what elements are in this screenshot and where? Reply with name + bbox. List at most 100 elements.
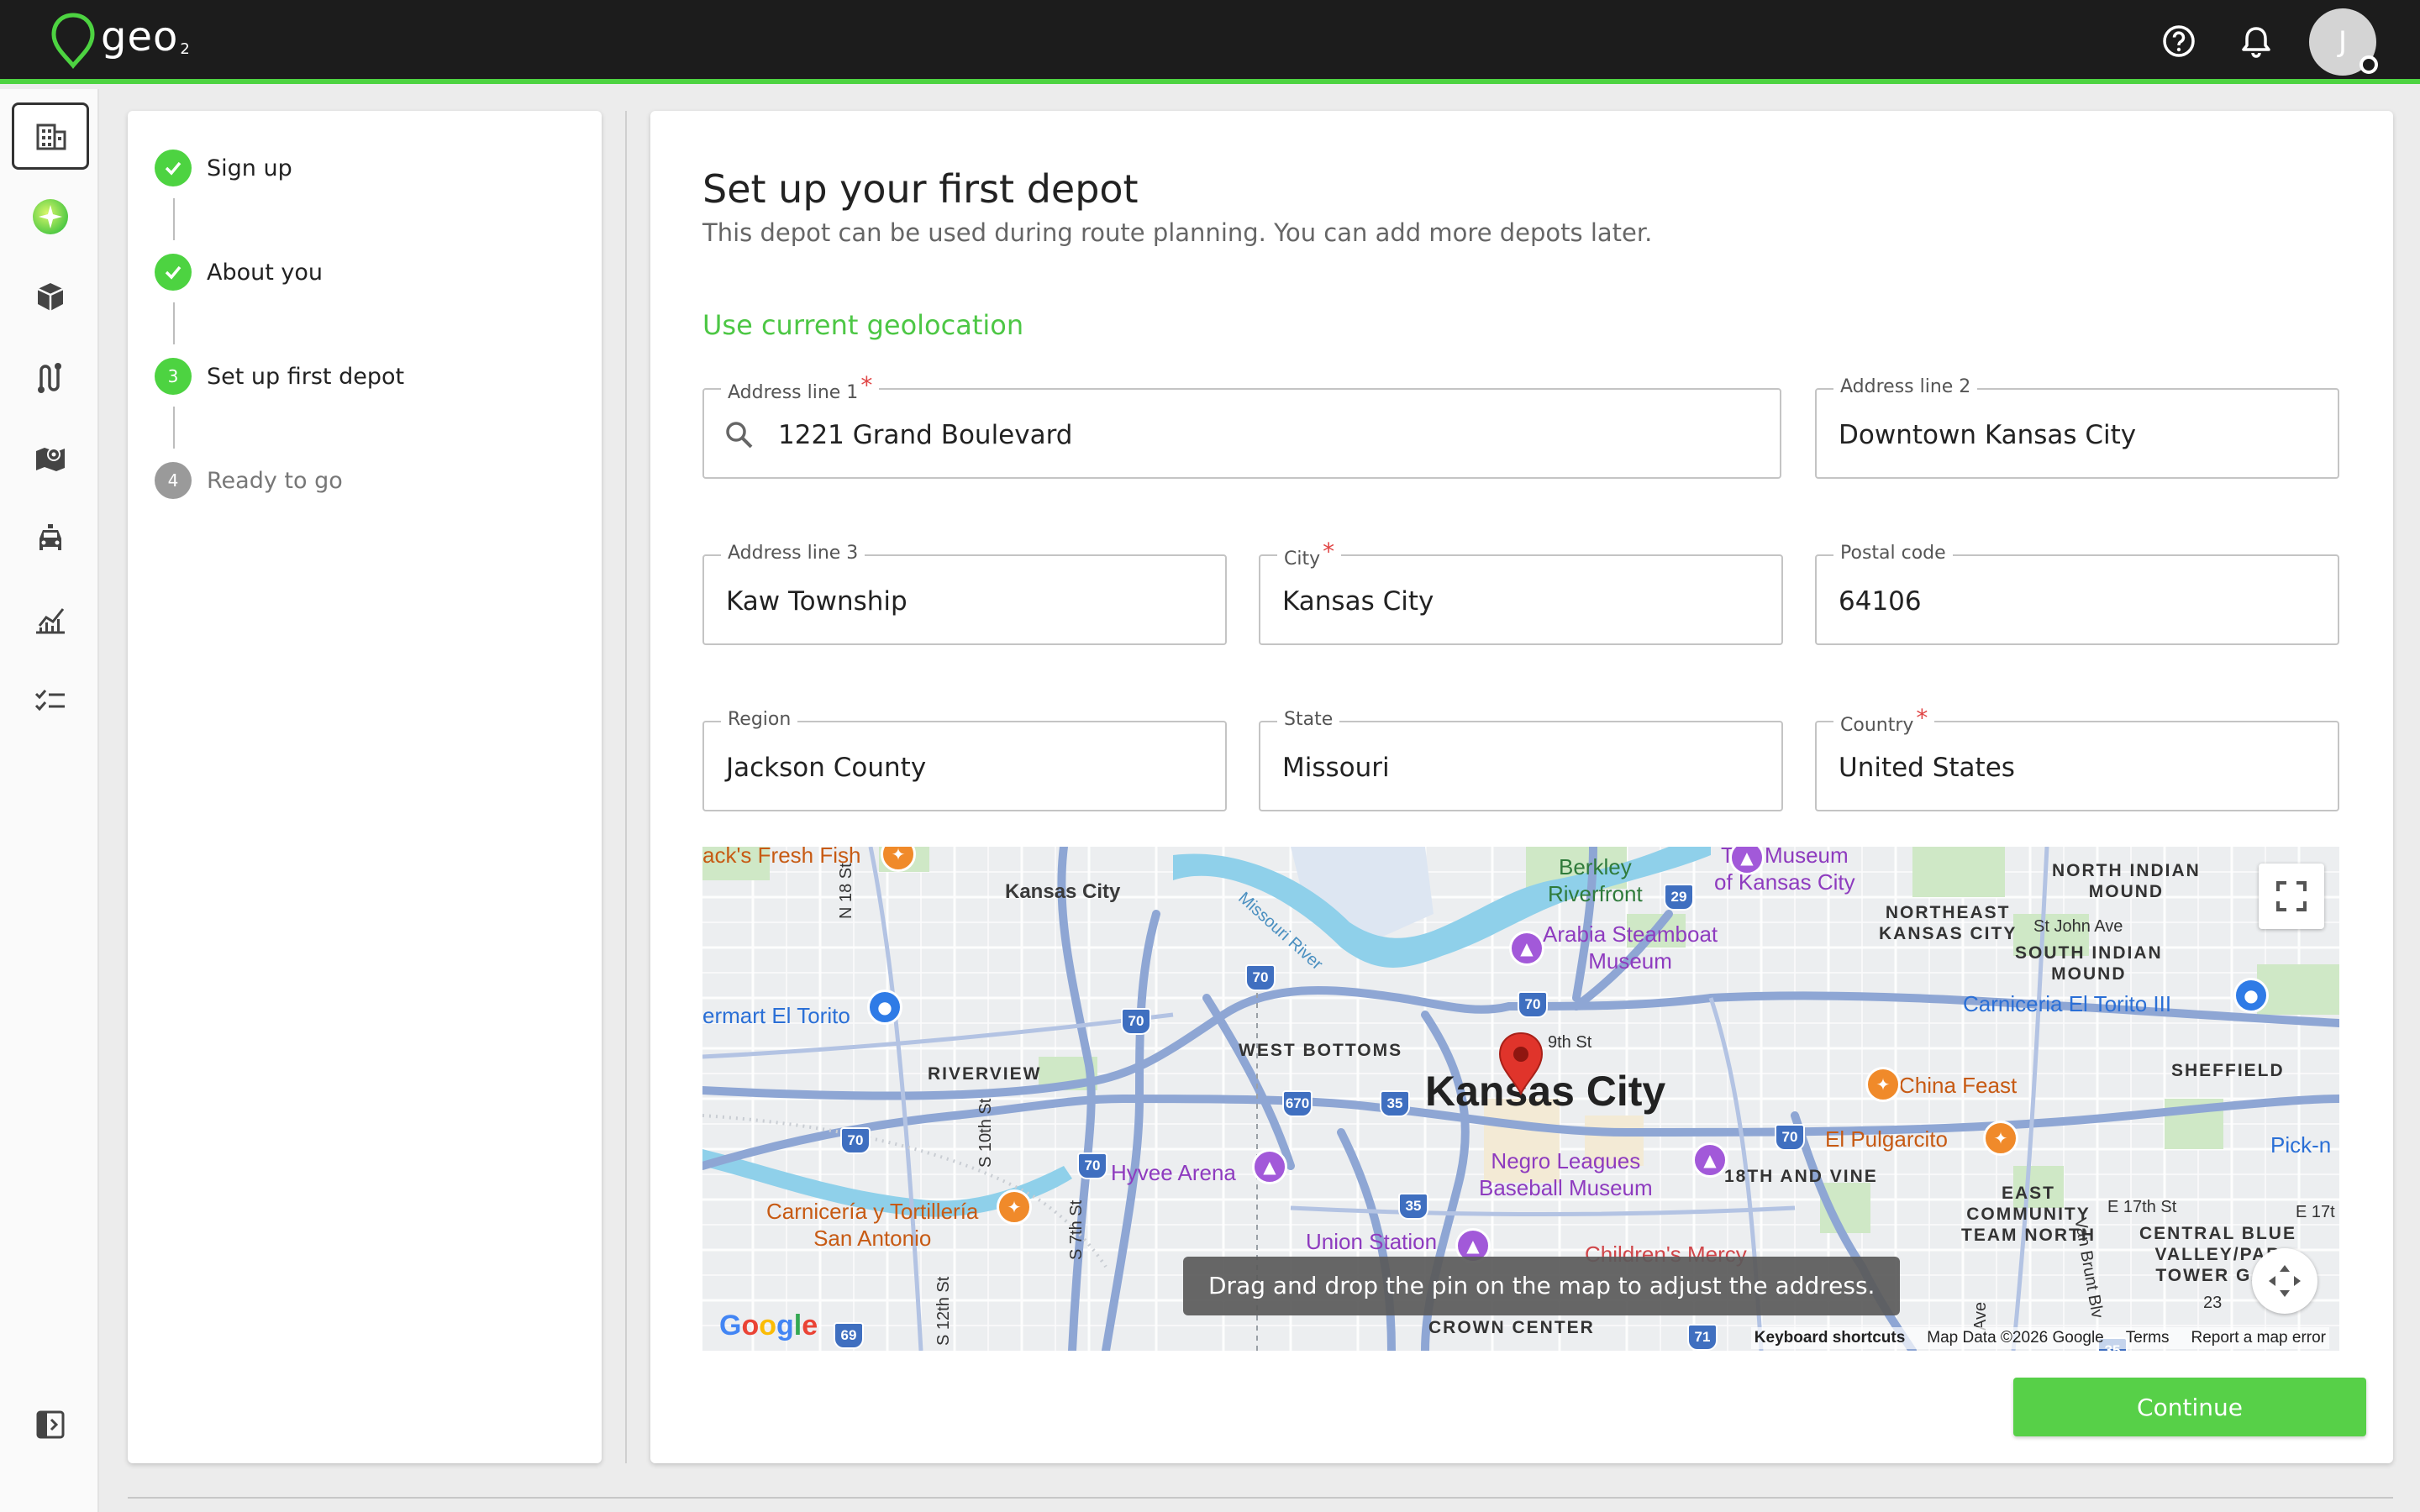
step-label: Set up first depot: [207, 363, 405, 390]
page-title: Set up your first depot: [702, 166, 1139, 212]
field-value: Jackson County: [726, 753, 927, 783]
map-label: Berkley Riverfront: [1548, 854, 1643, 906]
country-field[interactable]: Country * United States: [1815, 704, 2339, 811]
required-asterisk: *: [860, 371, 873, 399]
onboarding-steps-panel: Sign up About you 3 Set up first depot 4…: [128, 111, 602, 1463]
museum-icon[interactable]: ▲: [1509, 931, 1544, 966]
map-label: S 10th St: [976, 1098, 995, 1168]
logo-text: geo: [101, 13, 179, 60]
bell-icon[interactable]: [2237, 22, 2275, 60]
map-label: Ave: [1971, 1301, 1990, 1331]
drag-pin-tooltip: Drag and drop the pin on the map to adju…: [1183, 1257, 1901, 1315]
city-field[interactable]: City * Kansas City: [1259, 538, 1783, 645]
analytics-icon: [36, 608, 65, 634]
map-label: Union Station: [1306, 1229, 1438, 1254]
nav-vehicles[interactable]: [12, 506, 89, 573]
highway-shield: 29: [1664, 884, 1694, 911]
field-value: Downtown Kansas City: [1839, 420, 2137, 450]
step-connector: [173, 407, 175, 449]
location-pin-icon[interactable]: [1497, 1032, 1544, 1095]
page-subtitle: This depot can be used during route plan…: [702, 218, 1653, 247]
checklist-icon: [34, 690, 65, 711]
highway-shield: 35: [1380, 1090, 1410, 1117]
required-asterisk: *: [1916, 704, 1928, 732]
map-label: 9th St: [1548, 1033, 1592, 1052]
nav-tasks[interactable]: [12, 667, 89, 734]
field-value: 1221 Grand Boulevard: [778, 420, 1073, 450]
step-label: Sign up: [207, 155, 292, 181]
map-label: NORTHEAST KANSAS CITY: [1879, 903, 2018, 943]
terms-link[interactable]: Terms: [2126, 1329, 2170, 1347]
map-label: 18TH AND VINE: [1724, 1167, 1878, 1186]
map-label: Arabia Steamboat Museum: [1543, 921, 1718, 974]
map-label: Negro Leagues Baseball Museum: [1479, 1148, 1653, 1200]
nav-orders[interactable]: [12, 264, 89, 331]
restaurant-icon[interactable]: ✦: [1865, 1067, 1901, 1102]
keyboard-shortcuts-link[interactable]: Keyboard shortcuts: [1754, 1329, 1905, 1347]
address-line-1-field[interactable]: Address line 1 * 1221 Grand Boulevard: [702, 371, 1781, 479]
highway-shield: 35: [1398, 1193, 1428, 1220]
museum-icon[interactable]: ▲: [1252, 1149, 1287, 1184]
highway-shield: 70: [840, 1127, 871, 1154]
map-label: Carniceria El Torito III: [1963, 991, 2172, 1016]
fullscreen-icon: [2276, 881, 2307, 911]
map-label: ermart El Torito: [702, 1003, 850, 1028]
collapse-sidebar-button[interactable]: [12, 1391, 89, 1458]
pan-arrows-icon: [2269, 1265, 2301, 1297]
step-sign-up[interactable]: Sign up: [155, 150, 292, 186]
google-logo[interactable]: Google: [719, 1310, 818, 1342]
shopping-cart-icon[interactable]: ●: [2233, 978, 2269, 1013]
map-label: E 17t: [2296, 1203, 2335, 1221]
shopping-cart-icon[interactable]: ●: [867, 990, 902, 1025]
map-label: El Pulgarcito: [1825, 1126, 1948, 1152]
depot-setup-card: Set up your first depot This depot can b…: [650, 111, 2393, 1463]
museum-icon[interactable]: ▲: [1692, 1142, 1728, 1178]
map-view[interactable]: ack's Fresh Fish Kansas City N 18 St Ber…: [702, 847, 2339, 1351]
address-line-3-field[interactable]: Address line 3 Kaw Township: [702, 543, 1227, 645]
continue-button[interactable]: Continue: [2013, 1378, 2366, 1436]
step-connector: [173, 198, 175, 240]
nav-analytics[interactable]: [12, 586, 89, 654]
use-geolocation-link[interactable]: Use current geolocation: [702, 309, 1023, 341]
step-ready-to-go[interactable]: 4 Ready to go: [155, 462, 343, 499]
help-icon[interactable]: [2160, 22, 2198, 60]
map-icon: [36, 448, 65, 471]
app-logo[interactable]: geo 2: [49, 12, 190, 69]
field-label: Postal code: [1833, 543, 1953, 564]
field-label: State: [1277, 709, 1340, 730]
field-label: Address line 1 *: [721, 371, 880, 404]
highway-shield: 70: [1245, 964, 1276, 991]
nav-depots[interactable]: [12, 102, 89, 170]
building-icon: [36, 123, 66, 150]
region-field[interactable]: Region Jackson County: [702, 709, 1227, 811]
nav-map[interactable]: [12, 425, 89, 492]
user-avatar[interactable]: J: [2309, 8, 2378, 76]
map-label: WEST BOTTOMS: [1239, 1041, 1403, 1060]
check-icon: [155, 254, 192, 291]
restaurant-icon[interactable]: ✦: [1983, 1121, 2018, 1156]
highway-shield: 670: [1282, 1090, 1313, 1117]
postal-code-field[interactable]: Postal code 64106: [1815, 543, 2339, 645]
highway-shield: 71: [1687, 1324, 1718, 1351]
fullscreen-button[interactable]: [2259, 864, 2324, 929]
map-attribution: Keyboard shortcuts Map Data ©2026 Google…: [1750, 1327, 2329, 1349]
highway-shield: 70: [1077, 1152, 1107, 1179]
nav-routes[interactable]: [12, 344, 89, 412]
step-label: About you: [207, 259, 324, 286]
step-number: 3: [155, 358, 192, 395]
step-set-up-first-depot[interactable]: 3 Set up first depot: [155, 358, 404, 395]
logo-subscript: 2: [180, 40, 190, 58]
report-map-error-link[interactable]: Report a map error: [2191, 1329, 2326, 1347]
map-label: China Feast: [1899, 1073, 2018, 1098]
map-label: S 7th St: [1067, 1200, 1086, 1260]
state-field[interactable]: State Missouri: [1259, 709, 1783, 811]
map-pan-control[interactable]: [2252, 1248, 2317, 1314]
step-about-you[interactable]: About you: [155, 254, 323, 291]
nav-ai-assistant[interactable]: [12, 183, 89, 250]
check-icon: [155, 150, 192, 186]
address-line-2-field[interactable]: Address line 2 Downtown Kansas City: [1815, 376, 2339, 479]
field-value: 64106: [1839, 586, 1922, 617]
field-label: Country *: [1833, 704, 1935, 737]
restaurant-icon[interactable]: ✦: [997, 1189, 1032, 1225]
field-value: Missouri: [1282, 753, 1390, 783]
